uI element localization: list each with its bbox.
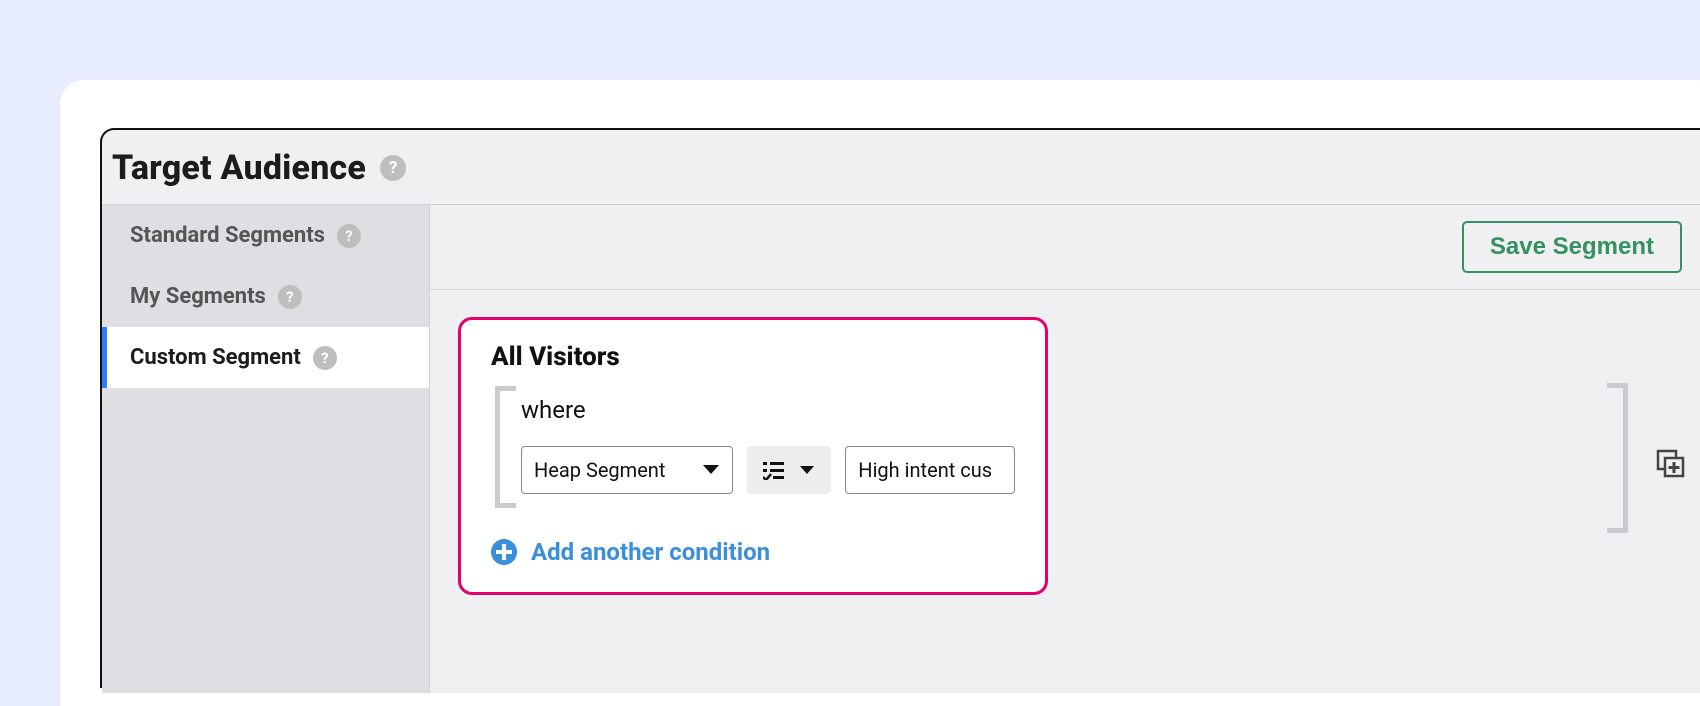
outer-card: Target Audience ? Standard Segments ? My…: [60, 80, 1700, 706]
help-icon[interactable]: ?: [278, 285, 302, 309]
sidebar-item-standard-segments[interactable]: Standard Segments ?: [102, 205, 429, 266]
list-check-icon: [763, 460, 791, 480]
condition-card: All Visitors where Heap Segment: [458, 317, 1048, 595]
plus-circle-icon: [491, 539, 517, 565]
where-label: where: [521, 396, 1015, 424]
save-segment-button[interactable]: Save Segment: [1462, 221, 1682, 273]
help-icon[interactable]: ?: [380, 155, 406, 181]
sidebar-item-label: My Segments: [130, 284, 266, 309]
caret-down-icon: [799, 465, 815, 475]
panel-header: Target Audience ?: [102, 130, 1700, 205]
sidebar-item-my-segments[interactable]: My Segments ?: [102, 266, 429, 327]
help-icon[interactable]: ?: [337, 224, 361, 248]
value-input-text: High intent cus: [858, 458, 992, 482]
sidebar-item-label: Standard Segments: [130, 223, 325, 248]
operator-select[interactable]: [747, 446, 831, 494]
page-background: Target Audience ? Standard Segments ? My…: [0, 0, 1700, 706]
condition-title: All Visitors: [491, 342, 1015, 372]
condition-row: Heap Segment: [521, 446, 1015, 494]
panel-body: Standard Segments ? My Segments ? Custom…: [102, 205, 1700, 693]
sidebar-item-label: Custom Segment: [130, 345, 301, 370]
duplicate-group-button[interactable]: [1652, 445, 1690, 483]
property-select-value: Heap Segment: [534, 458, 665, 482]
main-area: Save Segment All Visitors where Heap Seg…: [430, 205, 1700, 693]
help-icon[interactable]: ?: [313, 346, 337, 370]
add-condition-button[interactable]: Add another condition: [491, 538, 1015, 566]
toolbar: Save Segment: [430, 205, 1700, 290]
copy-plus-icon: [1655, 448, 1687, 480]
sidebar: Standard Segments ? My Segments ? Custom…: [102, 205, 430, 693]
target-audience-panel: Target Audience ? Standard Segments ? My…: [100, 128, 1700, 688]
value-input[interactable]: High intent cus: [845, 446, 1015, 494]
caret-down-icon: [702, 464, 720, 476]
conditions-bracket: where Heap Segment: [491, 382, 1015, 512]
add-condition-label: Add another condition: [531, 538, 770, 566]
panel-title: Target Audience: [112, 148, 366, 188]
sidebar-item-custom-segment[interactable]: Custom Segment ?: [102, 327, 429, 388]
property-select[interactable]: Heap Segment: [521, 446, 733, 494]
group-right-bracket: [1607, 383, 1628, 533]
